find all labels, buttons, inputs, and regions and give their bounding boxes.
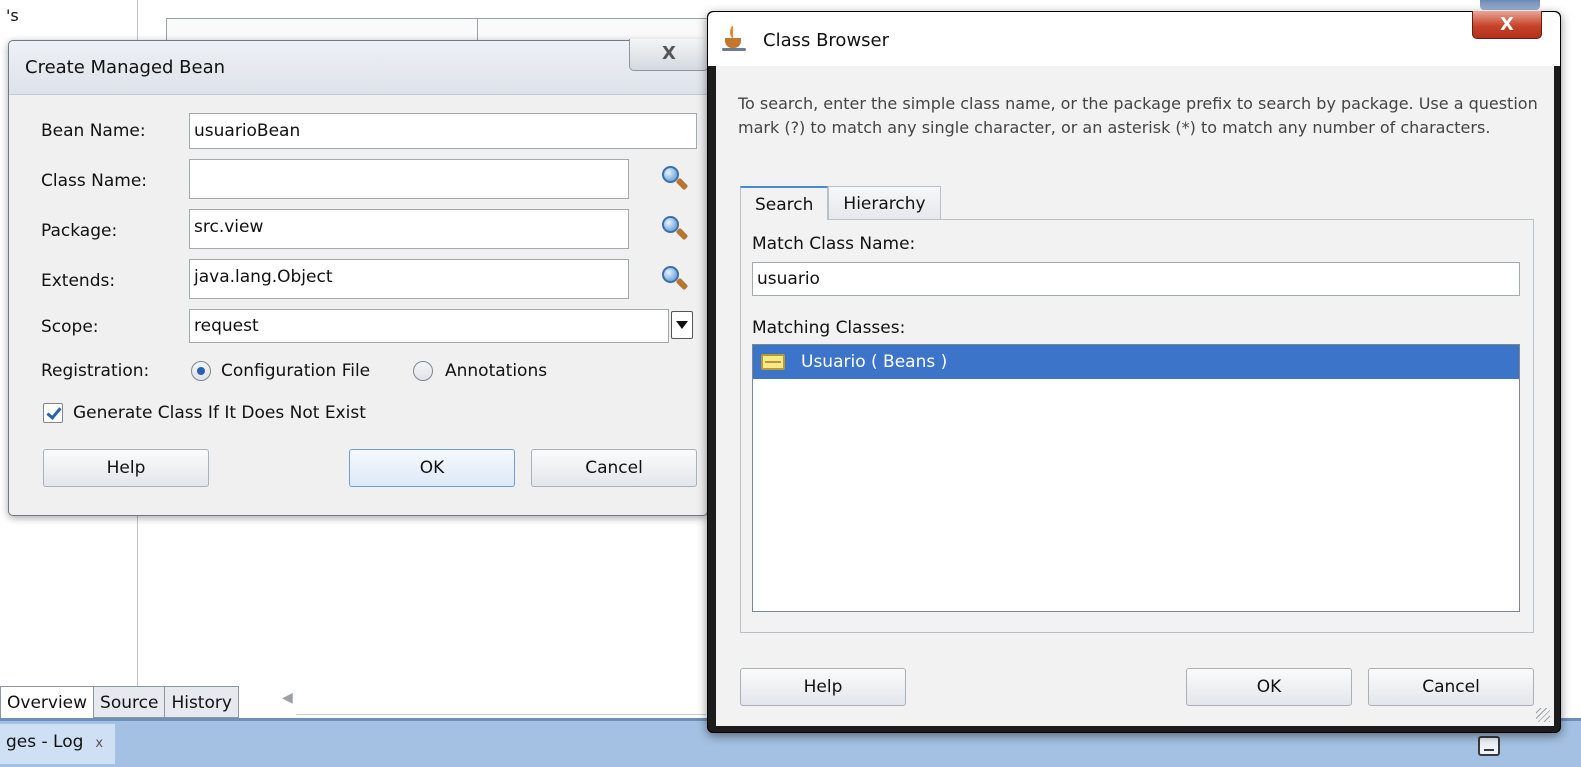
ok-button[interactable]: OK [349,449,515,487]
resize-grip[interactable] [1536,708,1550,722]
tab-search[interactable]: Search [740,186,829,220]
scope-select[interactable]: request [189,309,669,343]
search-icon[interactable] [661,215,689,241]
package-label: Package: [41,221,118,241]
radio-annotations-label: Annotations [445,361,548,381]
minimize-icon[interactable] [1478,736,1500,756]
cancel-button[interactable]: Cancel [531,449,697,487]
java-cup-icon [722,26,748,52]
class-name-input[interactable] [189,159,629,199]
grid-column-divider [477,19,478,42]
dialog-titlebar: Class Browser X [708,11,1560,66]
tab-source[interactable]: Source [94,686,166,718]
radio-configuration-file-label: Configuration File [221,361,371,381]
bean-name-input[interactable]: usuarioBean [189,113,697,149]
scroll-left-icon[interactable]: ◀ [282,690,293,706]
dialog-title: Create Managed Bean [25,57,226,78]
editor-tabs: Overview Source History [0,686,239,718]
generate-class-checkbox[interactable] [43,403,63,423]
dialog-title: Class Browser [763,30,890,51]
log-tab-label: ges - Log [6,732,84,752]
matching-classes-label: Matching Classes: [752,318,906,338]
radio-configuration-file[interactable] [191,361,211,381]
tab-overview[interactable]: Overview [0,686,95,718]
class-browser-dialog: Class Browser X To search, enter the sim… [707,11,1561,733]
match-class-name-label: Match Class Name: [752,234,916,254]
class-icon [761,354,785,370]
create-managed-bean-dialog: Create Managed Bean X Bean Name: usuario… [8,39,709,516]
radio-annotations[interactable] [413,361,433,381]
cancel-button[interactable]: Cancel [1368,668,1534,706]
ok-button[interactable]: OK [1186,668,1352,706]
search-icon[interactable] [661,165,689,191]
search-instructions: To search, enter the simple class name, … [738,94,1538,137]
log-tab[interactable]: ges - Log x [0,724,116,764]
list-item[interactable]: Usuario ( Beans ) [753,345,1519,379]
close-button[interactable]: X [1472,11,1542,39]
match-class-name-input[interactable]: usuario [752,262,1520,296]
bean-name-label: Bean Name: [41,121,146,141]
package-input[interactable]: src.view [189,209,629,249]
chevron-down-icon[interactable] [671,311,693,339]
tab-hierarchy[interactable]: Hierarchy [828,186,941,220]
dialog-titlebar: Create Managed Bean X [9,39,709,95]
class-name-label: Class Name: [41,171,148,191]
help-button[interactable]: Help [740,668,906,706]
help-button[interactable]: Help [43,449,209,487]
dialog-body: To search, enter the simple class name, … [716,66,1554,726]
left-panel-text: 's [6,6,19,25]
matching-classes-list[interactable]: Usuario ( Beans ) [752,344,1520,612]
extends-input[interactable]: java.lang.Object [189,259,629,299]
registration-label: Registration: [41,361,150,381]
search-icon[interactable] [661,265,689,291]
list-item-label: Usuario ( Beans ) [801,352,948,372]
horizontal-scrollbar[interactable] [296,714,706,715]
log-tab-close-icon[interactable]: x [95,736,103,751]
scope-label: Scope: [41,317,99,337]
extends-label: Extends: [41,271,116,291]
close-button[interactable]: X [629,39,709,71]
tab-history[interactable]: History [165,686,239,718]
generate-class-label: Generate Class If It Does Not Exist [73,403,366,423]
tab-strip: Search Hierarchy [740,186,941,220]
toolbar-edge [1480,0,1540,10]
